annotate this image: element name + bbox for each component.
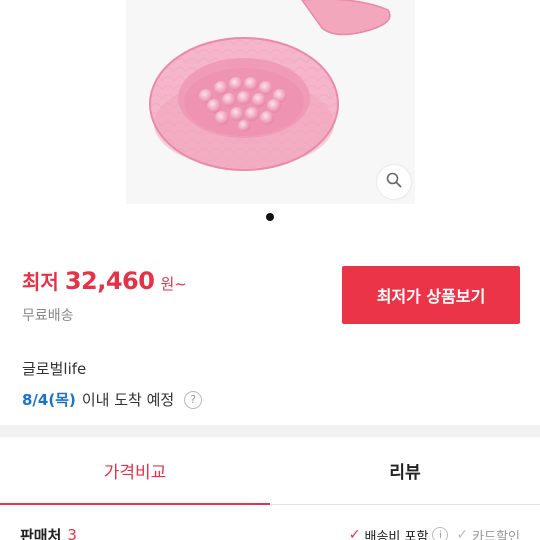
search-icon	[386, 172, 402, 192]
tab-bar: 가격비교 리뷰	[0, 437, 540, 505]
carousel-dot-active[interactable]	[266, 213, 274, 221]
seller-name[interactable]: 글로벌life	[22, 358, 86, 379]
section-divider	[0, 425, 540, 437]
filter-card-discount[interactable]: ✓ 카드할인	[456, 526, 520, 540]
product-image-area	[0, 0, 540, 221]
tab-price-compare[interactable]: 가격비교	[0, 437, 270, 505]
view-lowest-price-button[interactable]: 최저가 상품보기	[342, 266, 520, 324]
zoom-button[interactable]	[377, 165, 411, 199]
info-icon[interactable]: i	[432, 527, 449, 540]
filter-group: ✓ 배송비 포함 i ✓ 카드할인	[349, 526, 520, 540]
check-icon: ✓	[456, 527, 469, 540]
price-prefix: 최저	[22, 270, 59, 294]
delivery-text: 이내 도착 예정	[81, 391, 175, 409]
tab-reviews[interactable]: 리뷰	[270, 437, 540, 504]
lowest-price: 32,460	[64, 267, 155, 295]
seller-list-header: 판매처 3 ✓ 배송비 포함 i ✓ 카드할인	[20, 524, 520, 540]
pool-illustration	[126, 0, 415, 204]
sellers-label: 판매처	[20, 526, 62, 540]
check-icon: ✓	[348, 527, 361, 540]
question-icon[interactable]: ?	[184, 390, 203, 409]
filter-label: 배송비 포함	[364, 529, 429, 540]
product-photo[interactable]	[126, 0, 415, 204]
filter-label: 카드할인	[472, 529, 520, 540]
filter-include-shipping[interactable]: ✓ 배송비 포함 i	[349, 526, 449, 540]
carousel-indicator	[0, 213, 540, 221]
delivery-date: 8/4(목)	[22, 391, 76, 409]
delivery-estimate: 8/4(목) 이내 도착 예정 ?	[22, 389, 203, 410]
price-suffix: 원~	[160, 275, 187, 293]
sellers-count: 3	[67, 526, 77, 540]
